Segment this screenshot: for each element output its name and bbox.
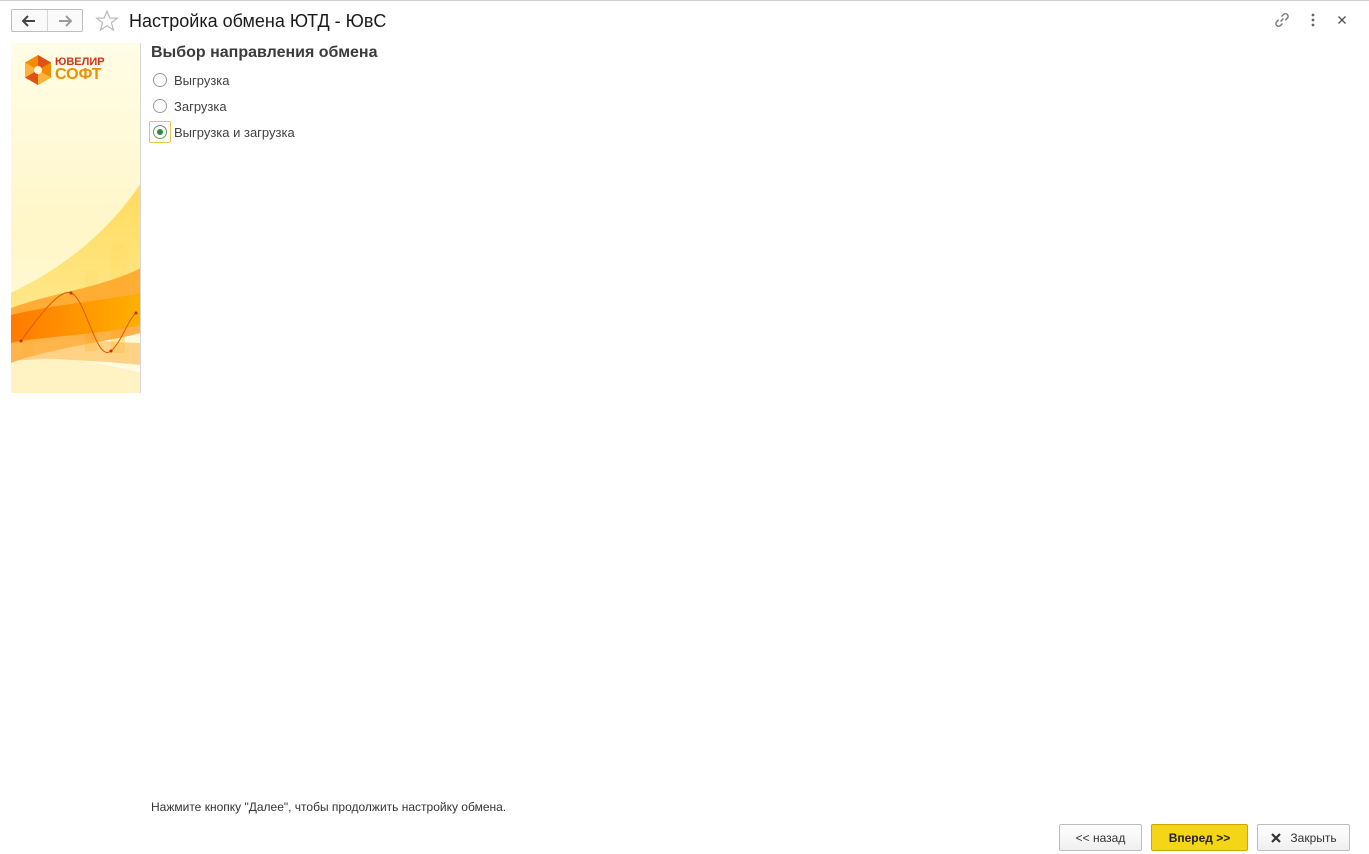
close-window-icon[interactable]: [1333, 11, 1351, 29]
close-button[interactable]: Закрыть: [1257, 824, 1350, 851]
nav-buttons: [11, 9, 83, 32]
back-nav-button[interactable]: [12, 10, 47, 31]
section-heading: Выбор направления обмена: [151, 44, 378, 61]
radio-button-container: [152, 70, 168, 90]
radio-button[interactable]: [153, 99, 167, 113]
radio-button-selected[interactable]: [153, 125, 167, 139]
radio-button-container: [149, 121, 171, 143]
next-button[interactable]: Вперед >>: [1151, 824, 1248, 851]
back-button[interactable]: << назад: [1059, 824, 1142, 851]
banner-artwork: ЮВЕЛИР СОФТ: [11, 43, 140, 393]
radio-option-export-import[interactable]: Выгрузка и загрузка: [149, 121, 295, 143]
forward-nav-button[interactable]: [46, 10, 83, 31]
close-icon: [1270, 832, 1282, 844]
favorite-star-icon[interactable]: [95, 9, 119, 33]
logo-text-bottom: СОФТ: [55, 66, 102, 83]
arrow-left-icon: [22, 14, 36, 27]
side-banner: ЮВЕЛИР СОФТ: [11, 43, 141, 393]
radio-label: Загрузка: [174, 98, 227, 114]
radio-option-export[interactable]: Выгрузка: [151, 70, 230, 90]
radio-button-container: [152, 96, 168, 116]
close-button-label: Закрыть: [1290, 830, 1337, 845]
top-border: [0, 0, 1369, 1]
radio-label: Выгрузка: [174, 72, 230, 88]
radio-label: Выгрузка и загрузка: [174, 124, 295, 140]
radio-button[interactable]: [153, 73, 167, 87]
window-title: Настройка обмена ЮТД - ЮвС: [129, 11, 387, 31]
link-icon[interactable]: [1273, 11, 1291, 29]
arrow-right-icon: [58, 14, 72, 27]
radio-option-import[interactable]: Загрузка: [151, 96, 227, 116]
hint-text: Нажмите кнопку "Далее", чтобы продолжить…: [151, 800, 507, 814]
more-options-icon[interactable]: [1304, 11, 1322, 29]
